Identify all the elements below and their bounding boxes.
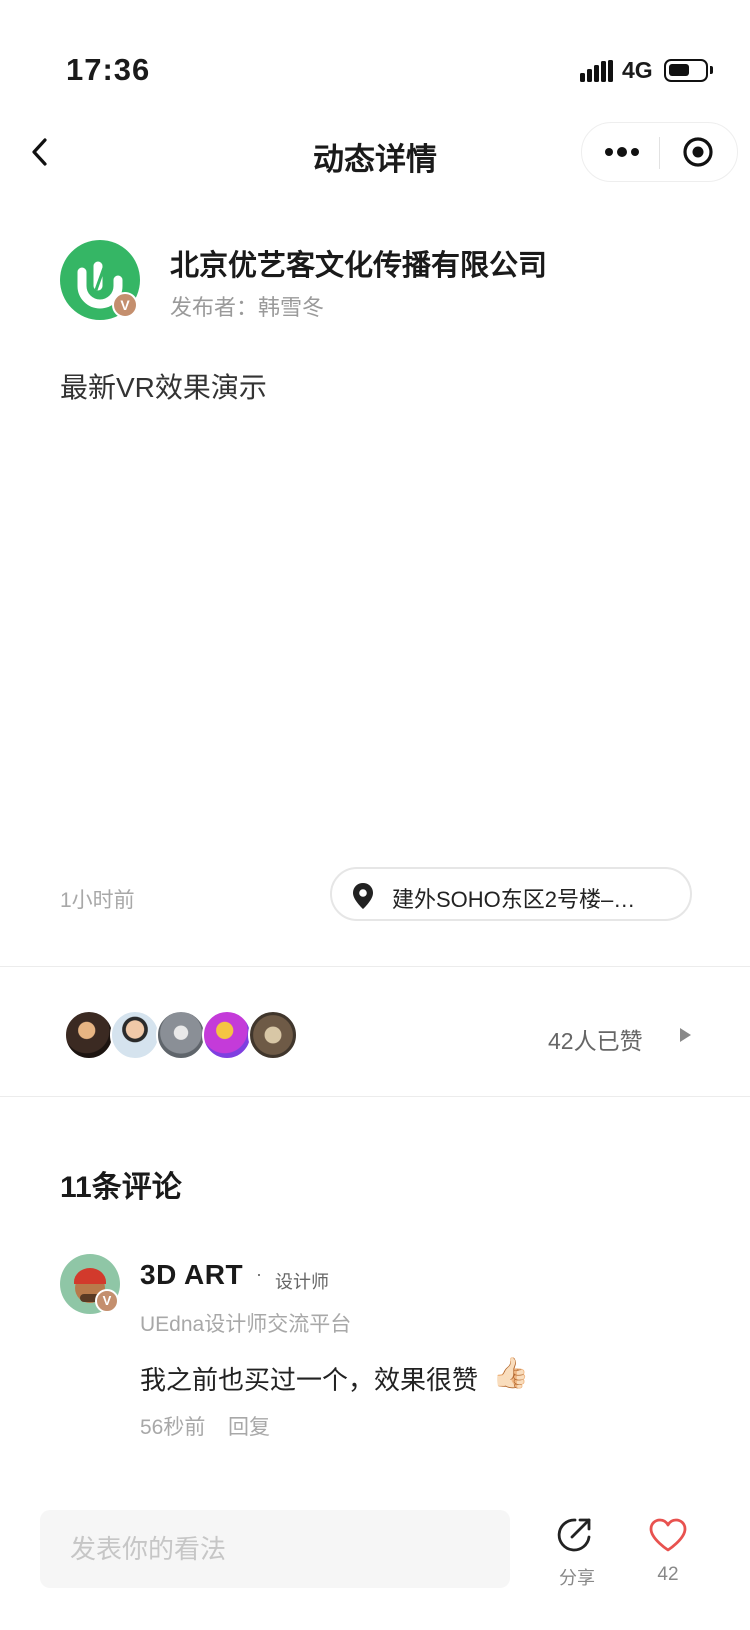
battery-icon: [664, 59, 708, 82]
location-text: 建外SOHO东区2号楼–…: [392, 887, 636, 912]
heart-icon: [649, 1518, 687, 1552]
divider: [0, 966, 750, 967]
verified-badge: V: [95, 1289, 119, 1313]
bottom-bar: 分享 42: [0, 1506, 750, 1630]
signal-icon: [580, 60, 613, 82]
like-count: 42: [657, 1564, 679, 1585]
liker-avatar: [156, 1010, 206, 1060]
network-type: 4G: [622, 57, 653, 83]
liker-avatar: [202, 1010, 252, 1060]
close-target-icon[interactable]: [679, 133, 717, 171]
post-author[interactable]: V 北京优艺客文化传播有限公司 发布者：韩雪冬: [60, 240, 700, 320]
capsule-divider: [659, 137, 660, 169]
commenter-role: 设计师: [275, 1272, 329, 1292]
comment-text: 我之前也买过一个，效果很赞: [140, 1365, 479, 1395]
liker-avatars[interactable]: [64, 1010, 324, 1060]
liker-avatar: [248, 1010, 298, 1060]
nav-bar: 动态详情: [0, 110, 750, 194]
liker-avatar: [110, 1010, 160, 1060]
post-content: 最新VR效果演示: [60, 372, 267, 403]
likes-count[interactable]: 42人已赞: [548, 1022, 643, 1056]
status-bar: 17:36 4G: [0, 0, 750, 100]
liker-avatar: [64, 1010, 114, 1060]
comment-item: V 3D ART · 设计师 UEdna设计师交流平台 我之前也买过一个，效果很…: [60, 1254, 700, 1444]
publisher-label: 发布者：韩雪冬: [170, 295, 325, 320]
location-tag[interactable]: 建外SOHO东区2号楼–…: [330, 867, 692, 921]
share-label: 分享: [559, 1568, 595, 1588]
company-name[interactable]: 北京优艺客文化传播有限公司: [170, 242, 547, 284]
miniprogram-capsule: [581, 122, 738, 182]
post-time: 1小时前: [60, 889, 135, 912]
reply-button[interactable]: 回复: [228, 1411, 270, 1441]
thumbs-up-icon: 👍🏻: [492, 1357, 530, 1390]
location-pin-icon: [353, 883, 373, 909]
more-icon[interactable]: [602, 133, 642, 171]
comments-title: 11条评论: [60, 1171, 182, 1204]
commenter-name[interactable]: 3D ART: [140, 1259, 243, 1291]
share-button[interactable]: 分享: [553, 1516, 601, 1596]
battery-tip: [710, 66, 713, 74]
commenter-org: UEdna设计师交流平台: [140, 1313, 352, 1336]
like-button[interactable]: 42: [644, 1516, 692, 1596]
separator-dot: ·: [256, 1264, 262, 1284]
comment-input[interactable]: [40, 1510, 510, 1588]
verified-badge: V: [112, 292, 138, 318]
share-icon: [557, 1518, 591, 1552]
divider: [0, 1096, 750, 1097]
comment-time: 56秒前: [140, 1416, 206, 1439]
status-time: 17:36: [66, 52, 151, 87]
chevron-right-icon[interactable]: [678, 1027, 692, 1043]
back-button[interactable]: [20, 130, 60, 174]
